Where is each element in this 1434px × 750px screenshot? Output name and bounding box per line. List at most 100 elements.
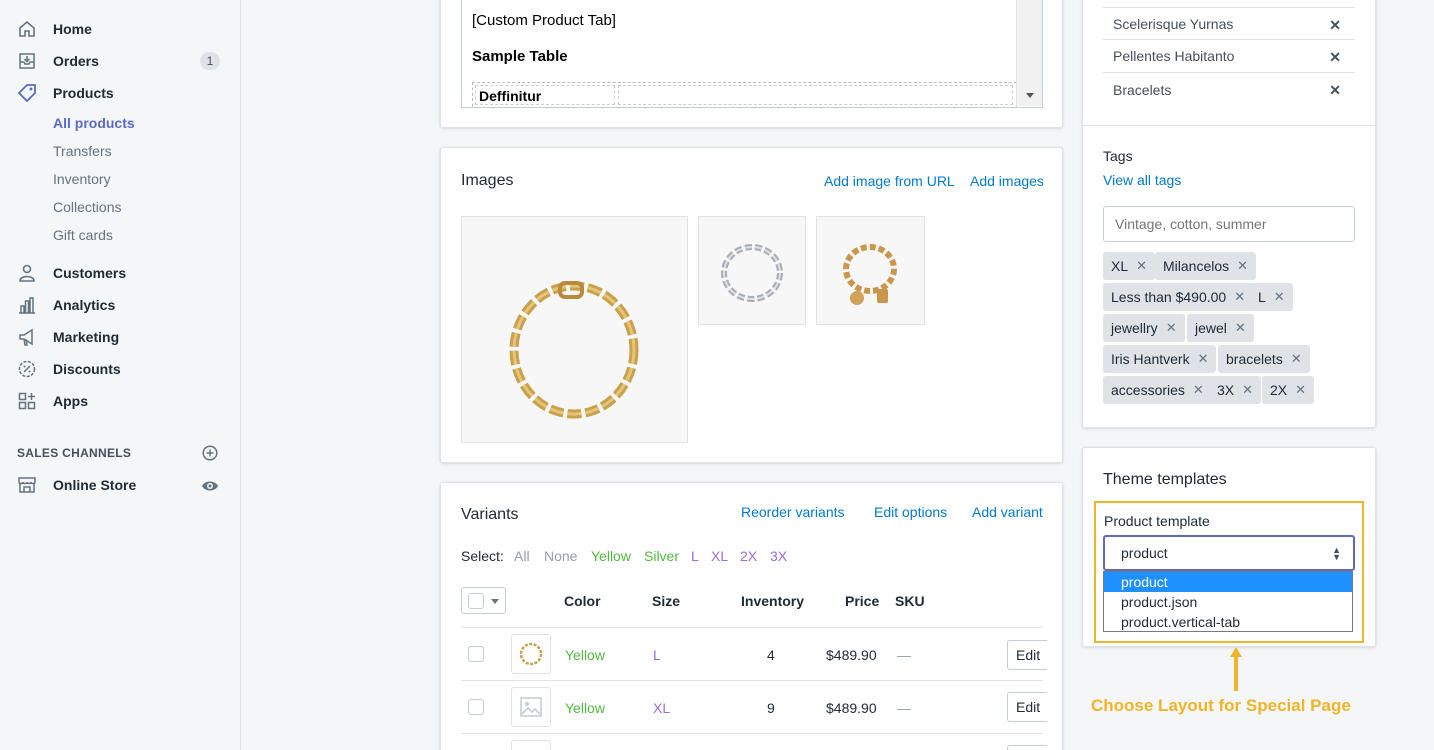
nav-analytics-label: Analytics xyxy=(53,297,116,313)
row-color[interactable]: Yellow xyxy=(565,647,605,663)
template-option[interactable]: product xyxy=(1104,572,1352,592)
select-yellow[interactable]: Yellow xyxy=(591,548,631,564)
select-3x[interactable]: 3X xyxy=(770,548,787,564)
template-dropdown: product product.json product.vertical-ta… xyxy=(1103,571,1353,632)
remove-tag-icon[interactable]: ✕ xyxy=(1198,351,1209,367)
remove-tag-icon[interactable]: ✕ xyxy=(1295,382,1306,398)
bulk-select-checkbox[interactable] xyxy=(468,593,484,609)
nav-inventory[interactable]: Inventory xyxy=(53,169,111,189)
remove-collection-icon[interactable]: ✕ xyxy=(1329,82,1341,99)
remove-tag-icon[interactable]: ✕ xyxy=(1235,320,1246,336)
add-variant-link[interactable]: Add variant xyxy=(972,504,1043,520)
apps-icon xyxy=(17,391,37,411)
remove-tag-icon[interactable]: ✕ xyxy=(1242,382,1253,398)
nav-customers[interactable]: Customers xyxy=(0,259,240,287)
bar-chart-icon xyxy=(17,295,37,315)
row-checkbox[interactable] xyxy=(468,699,484,715)
product-image-gold-bracelet[interactable] xyxy=(461,216,688,443)
selected-template: product xyxy=(1121,545,1168,561)
template-option[interactable]: product.vertical-tab xyxy=(1104,612,1352,632)
row-inventory: 9 xyxy=(767,700,775,716)
remove-tag-icon[interactable]: ✕ xyxy=(1234,289,1245,305)
scroll-down-icon[interactable] xyxy=(1026,93,1034,98)
theme-templates-title: Theme templates xyxy=(1103,471,1227,488)
product-image-gold-charm-bracelet[interactable] xyxy=(816,216,925,325)
chevron-down-icon xyxy=(491,599,499,604)
tag-chip: jewellry ✕ xyxy=(1103,314,1185,342)
add-channel-icon[interactable] xyxy=(202,445,218,461)
bulk-select-dropdown[interactable] xyxy=(461,587,506,614)
tags-input[interactable] xyxy=(1103,206,1355,242)
tag-chip: L ✕ xyxy=(1250,283,1293,311)
add-images-link[interactable]: Add images xyxy=(970,173,1044,189)
eye-icon[interactable] xyxy=(201,478,219,494)
variant-thumbnail[interactable] xyxy=(511,740,551,750)
nav-orders[interactable]: Orders 1 xyxy=(0,47,240,75)
nav-online-store-label: Online Store xyxy=(53,477,137,493)
edit-variant-button[interactable]: Edit xyxy=(1007,640,1047,670)
tag-label: Milancelos xyxy=(1163,258,1230,274)
remove-tag-icon[interactable]: ✕ xyxy=(1274,289,1285,305)
template-option[interactable]: product.json xyxy=(1104,592,1352,612)
remove-collection-icon[interactable]: ✕ xyxy=(1329,17,1341,34)
row-color[interactable]: Yellow xyxy=(565,700,605,716)
select-silver[interactable]: Silver xyxy=(644,548,679,564)
tag-chip: Iris Hantverk ✕ xyxy=(1103,345,1217,373)
col-price: Price xyxy=(845,593,880,609)
collection-item: Bracelets ✕ xyxy=(1103,73,1355,106)
tag-label: accessories xyxy=(1111,382,1185,398)
nav-all-products[interactable]: All products xyxy=(53,113,135,133)
nav-transfers[interactable]: Transfers xyxy=(53,141,112,161)
remove-collection-icon[interactable]: ✕ xyxy=(1329,49,1341,66)
select-all[interactable]: All xyxy=(514,548,530,564)
tag-icon xyxy=(17,83,37,103)
select-xl[interactable]: XL xyxy=(711,548,728,564)
image-placeholder-icon xyxy=(520,697,542,717)
nav-apps-label: Apps xyxy=(53,393,88,409)
row-sku: — xyxy=(897,647,911,663)
nav-collections[interactable]: Collections xyxy=(53,197,121,217)
edit-options-link[interactable]: Edit options xyxy=(874,504,947,520)
row-size[interactable]: L xyxy=(653,647,661,663)
collection-item: Pellentes Habitanto ✕ xyxy=(1103,40,1355,73)
col-color: Color xyxy=(564,593,601,609)
variant-thumbnail[interactable] xyxy=(511,687,551,727)
nav-customers-label: Customers xyxy=(53,265,127,281)
callout-text: Choose Layout for Special Page xyxy=(1091,696,1351,715)
tag-label: bracelets xyxy=(1226,351,1283,367)
remove-tag-icon[interactable]: ✕ xyxy=(1193,382,1204,398)
add-image-from-url-link[interactable]: Add image from URL xyxy=(824,173,955,189)
editor-content[interactable]: [Custom Product Tab] Sample Table Deffin… xyxy=(462,0,1017,107)
remove-tag-icon[interactable]: ✕ xyxy=(1166,320,1177,336)
nav-marketing[interactable]: Marketing xyxy=(0,323,240,351)
remove-tag-icon[interactable]: ✕ xyxy=(1136,258,1147,274)
person-icon xyxy=(17,263,37,283)
row-size[interactable]: XL xyxy=(653,700,670,716)
editor-scrollbar[interactable] xyxy=(1016,0,1042,106)
description-editor[interactable]: [Custom Product Tab] Sample Table Deffin… xyxy=(461,0,1043,108)
nav-analytics[interactable]: Analytics xyxy=(0,291,240,319)
variants-title: Variants xyxy=(461,506,519,523)
tag-label: jewellry xyxy=(1111,320,1158,336)
select-l[interactable]: L xyxy=(691,548,699,564)
reorder-variants-link[interactable]: Reorder variants xyxy=(741,504,845,520)
variant-thumbnail[interactable] xyxy=(511,634,551,674)
tag-chip: Milancelos ✕ xyxy=(1155,252,1257,280)
nav-apps[interactable]: Apps xyxy=(0,387,240,415)
nav-home[interactable]: Home xyxy=(0,15,240,43)
nav-discounts[interactable]: Discounts xyxy=(0,355,240,383)
view-all-tags-link[interactable]: View all tags xyxy=(1103,172,1181,188)
edit-variant-button[interactable]: Edit xyxy=(1007,692,1047,722)
row-checkbox[interactable] xyxy=(468,646,484,662)
images-title: Images xyxy=(461,172,514,189)
nav-products[interactable]: Products xyxy=(0,79,240,107)
edit-variant-button[interactable] xyxy=(1007,745,1047,750)
select-2x[interactable]: 2X xyxy=(740,548,757,564)
nav-gift-cards[interactable]: Gift cards xyxy=(53,225,113,245)
tag-chip: 2X ✕ xyxy=(1262,376,1315,404)
remove-tag-icon[interactable]: ✕ xyxy=(1237,258,1248,274)
select-none[interactable]: None xyxy=(544,548,577,564)
remove-tag-icon[interactable]: ✕ xyxy=(1291,351,1302,367)
product-image-silver-bracelet[interactable] xyxy=(698,216,806,325)
product-template-select[interactable]: product ▲ ▼ xyxy=(1103,535,1355,571)
